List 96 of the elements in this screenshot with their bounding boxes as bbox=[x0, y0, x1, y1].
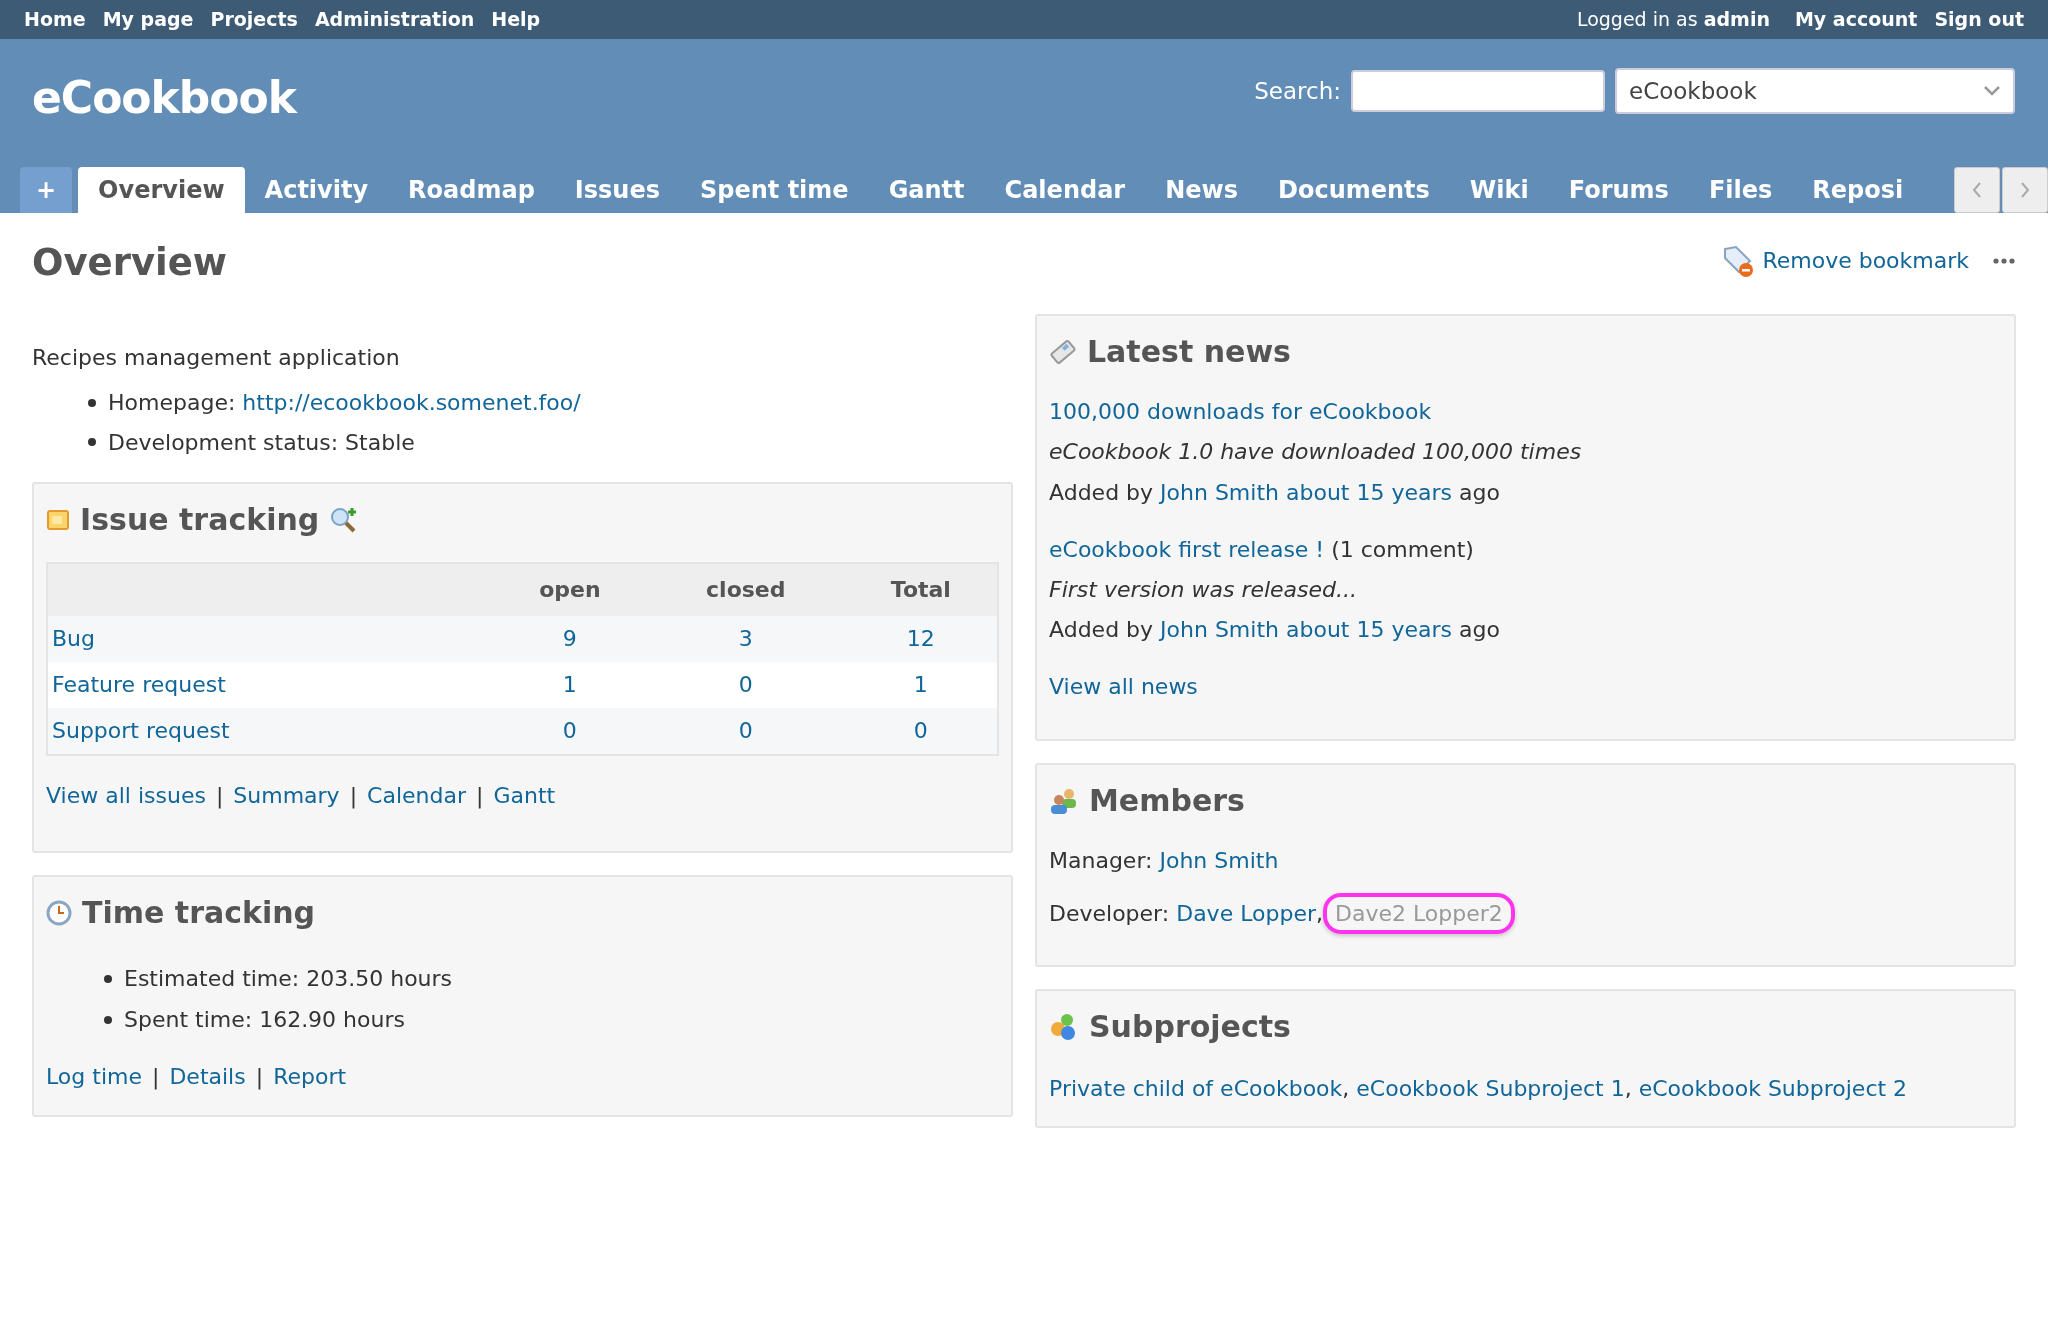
count-link[interactable]: 9 bbox=[562, 626, 577, 652]
people-icon bbox=[1049, 786, 1079, 815]
tab[interactable]: Gantt bbox=[868, 167, 985, 213]
bullet bbox=[88, 438, 96, 447]
project-description: Recipes management application bbox=[32, 344, 401, 373]
separator: | bbox=[215, 781, 224, 811]
panel-title: Subprojects bbox=[1089, 1007, 1291, 1046]
top-menu-link[interactable]: Administration bbox=[314, 4, 475, 35]
panel-title: Issue tracking bbox=[80, 500, 320, 539]
news-byline: Added by John Smith about 15 years ago bbox=[1049, 478, 1501, 507]
tab[interactable]: Reposi bbox=[1792, 167, 1924, 213]
count-link[interactable]: 0 bbox=[738, 672, 753, 698]
separator: | bbox=[349, 781, 358, 811]
panel-title: Members bbox=[1089, 781, 1245, 820]
time-summary: Estimated time: 203.50 hours bbox=[124, 964, 453, 993]
count-link[interactable]: 0 bbox=[913, 718, 928, 744]
chevron-right-icon bbox=[2019, 181, 2031, 199]
top-menu-link[interactable]: Help bbox=[491, 4, 541, 35]
comment-count: (1 comment) bbox=[1331, 536, 1474, 562]
project-dropdown[interactable]: eCookbook bbox=[1615, 68, 2015, 115]
news-title-link[interactable]: 100,000 downloads for eCookbook bbox=[1049, 399, 1432, 425]
subproject-link[interactable]: eCookbook Subproject 2 bbox=[1638, 1075, 1908, 1101]
subproject-link[interactable]: Private child of eCookbook bbox=[1049, 1075, 1343, 1101]
author-link[interactable]: John Smith bbox=[1160, 617, 1279, 643]
count-link[interactable]: 0 bbox=[562, 718, 577, 744]
top-menu-link[interactable]: Home bbox=[24, 4, 86, 35]
separator: | bbox=[152, 1063, 160, 1092]
login-status: Logged in as admin bbox=[1576, 7, 1770, 33]
panel-title: Latest news bbox=[1087, 333, 1291, 372]
news-summary: eCookbook 1.0 have downloaded 100,000 times bbox=[1049, 438, 1583, 467]
remove-bookmark-link[interactable]: Remove bookmark bbox=[1762, 243, 1969, 279]
count-link[interactable]: 12 bbox=[906, 626, 935, 652]
age-link[interactable]: about 15 years bbox=[1286, 617, 1452, 643]
magnifier-plus-icon[interactable] bbox=[329, 505, 358, 534]
top-menu-link[interactable]: Projects bbox=[210, 4, 298, 35]
tab[interactable]: Issues bbox=[554, 167, 680, 213]
tab[interactable]: Files bbox=[1688, 167, 1793, 213]
tab[interactable]: Forums bbox=[1548, 167, 1689, 213]
column-header: open bbox=[492, 562, 647, 616]
note-icon bbox=[46, 507, 70, 532]
member-link[interactable]: John Smith bbox=[1159, 847, 1279, 873]
search-field[interactable] bbox=[1351, 70, 1605, 113]
separator: | bbox=[476, 781, 484, 811]
count-link[interactable]: 1 bbox=[913, 672, 928, 698]
column-header: closed bbox=[646, 562, 845, 616]
view-all-news-link[interactable]: View all news bbox=[1049, 669, 1198, 705]
time-link[interactable]: Log time bbox=[46, 1059, 142, 1095]
project-attribute: Homepage: http://ecookbook.somenet.foo/ bbox=[108, 389, 581, 418]
search-label: Search: bbox=[1254, 76, 1341, 106]
subproject-list: Private child of eCookbook, eCookbook Subproject 1, eCookbook Subproject 2 bbox=[1049, 1070, 2002, 1107]
tab[interactable]: News bbox=[1145, 167, 1258, 213]
chevron-down-icon bbox=[1983, 85, 2001, 98]
clock-icon bbox=[46, 899, 72, 926]
news-title-link[interactable]: eCookbook first release ! bbox=[1049, 536, 1325, 562]
separator: | bbox=[255, 1063, 264, 1092]
more-icon[interactable] bbox=[1993, 257, 2015, 264]
member-link[interactable]: Dave Lopper bbox=[1176, 900, 1316, 926]
issues-link[interactable]: Calendar bbox=[367, 777, 466, 813]
time-link[interactable]: Report bbox=[273, 1059, 347, 1095]
tab[interactable]: Documents bbox=[1258, 167, 1450, 213]
homepage-link[interactable]: http://ecookbook.somenet.foo/ bbox=[242, 390, 581, 416]
member-role-line: Manager: John Smith bbox=[1049, 846, 1280, 875]
news-summary: First version was released... bbox=[1049, 575, 1359, 604]
time-link[interactable]: Details bbox=[169, 1059, 246, 1095]
news-byline: Added by John Smith about 15 years ago bbox=[1049, 616, 1501, 645]
tracker-link[interactable]: Support request bbox=[52, 718, 230, 744]
issues-link[interactable]: View all issues bbox=[46, 777, 206, 813]
issues-link[interactable]: Gantt bbox=[493, 777, 556, 813]
chevron-left-icon bbox=[1971, 181, 1983, 199]
member-role-line: Developer: Dave Lopper, Dave2 Lopper2 bbox=[1049, 895, 2002, 931]
age-link[interactable]: about 15 years bbox=[1286, 479, 1452, 505]
count-link[interactable]: 3 bbox=[738, 626, 753, 652]
account-link[interactable]: Sign out bbox=[1934, 4, 2024, 35]
time-summary: Spent time: 162.90 hours bbox=[124, 1006, 405, 1035]
bullet bbox=[104, 1015, 112, 1024]
subproject-link[interactable]: eCookbook Subproject 1 bbox=[1356, 1075, 1625, 1101]
tab[interactable]: Calendar bbox=[984, 167, 1146, 213]
tab[interactable]: Spent time bbox=[680, 167, 869, 213]
page-title: Overview bbox=[32, 240, 227, 286]
author-link[interactable]: John Smith bbox=[1160, 479, 1279, 505]
tab[interactable]: Roadmap bbox=[388, 167, 555, 213]
count-link[interactable]: 0 bbox=[738, 718, 753, 744]
tab[interactable]: Wiki bbox=[1449, 167, 1549, 213]
column-header: Total bbox=[844, 562, 998, 616]
tab[interactable]: Overview bbox=[78, 167, 245, 213]
top-menu-link[interactable]: My page bbox=[102, 4, 194, 35]
account-link[interactable]: My account bbox=[1794, 4, 1918, 35]
tracker-link[interactable]: Bug bbox=[52, 626, 95, 652]
issues-link[interactable]: Summary bbox=[233, 777, 340, 813]
panel-title: Time tracking bbox=[82, 893, 316, 932]
bullet bbox=[104, 974, 112, 983]
tab[interactable]: Activity bbox=[244, 167, 389, 213]
project-title: eCookbook bbox=[32, 71, 297, 125]
bullet bbox=[88, 398, 96, 407]
count-link[interactable]: 1 bbox=[562, 672, 577, 698]
project-attribute: Development status: Stable bbox=[108, 428, 415, 457]
